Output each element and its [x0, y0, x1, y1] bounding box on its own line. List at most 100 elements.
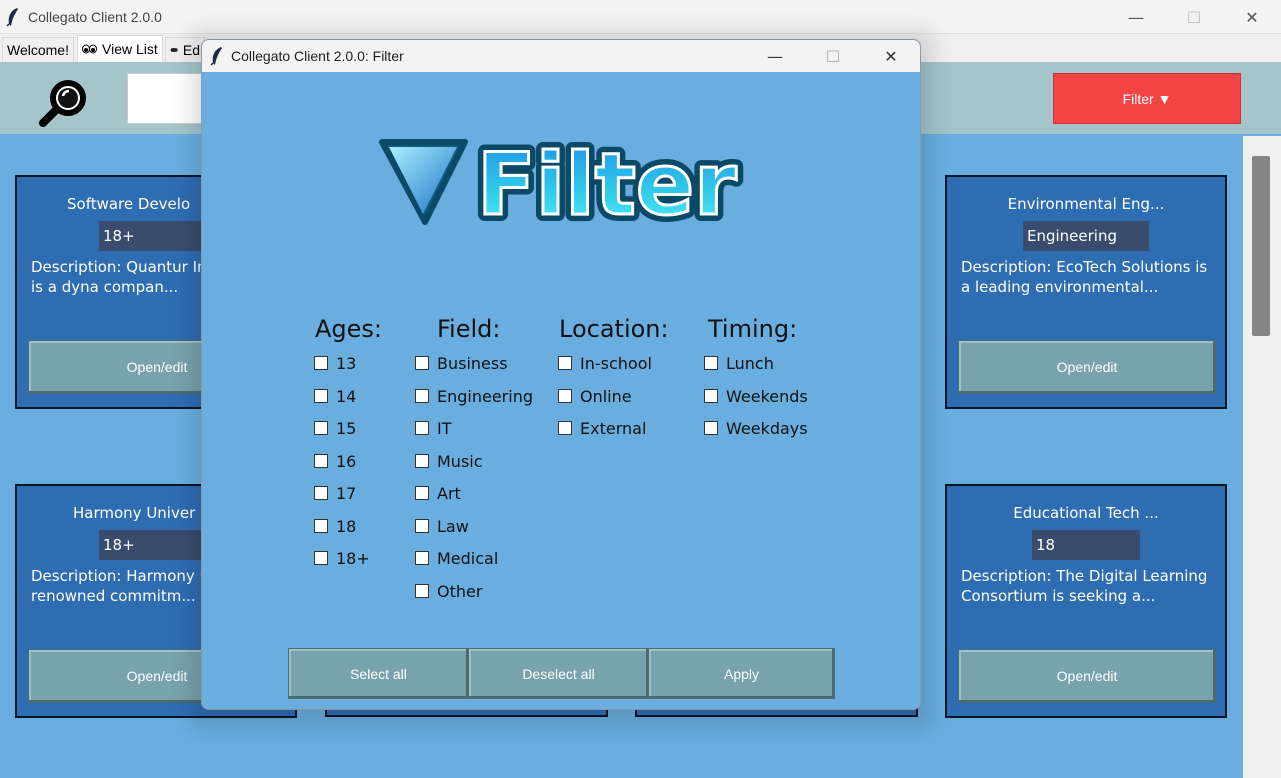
- filter-logo-text: Filter: [477, 135, 737, 235]
- checkbox-box[interactable]: [314, 486, 328, 500]
- checkbox-box[interactable]: [314, 356, 328, 370]
- minimize-icon: —: [767, 46, 783, 66]
- dialog-minimize-button[interactable]: —: [746, 40, 804, 72]
- open-edit-button[interactable]: Open/edit: [958, 649, 1216, 703]
- checkbox-box[interactable]: [558, 389, 572, 403]
- option-label: In-school: [580, 353, 652, 373]
- scrollbar-thumb[interactable]: [1252, 156, 1270, 336]
- option-label: 18+: [336, 548, 370, 568]
- maximize-button[interactable]: ☐: [1171, 0, 1217, 34]
- field-other-checkbox[interactable]: Other: [415, 581, 482, 601]
- option-label: Music: [437, 451, 483, 471]
- age-16-checkbox[interactable]: 16: [314, 451, 356, 471]
- deselect-all-button[interactable]: Deselect all: [468, 648, 649, 699]
- field-music-checkbox[interactable]: Music: [415, 451, 483, 471]
- feather-app-icon: [6, 8, 18, 27]
- checkbox-box[interactable]: [415, 389, 429, 403]
- card-tag: Engineering: [1023, 221, 1149, 251]
- select-all-button[interactable]: Select all: [288, 648, 469, 699]
- checkbox-box[interactable]: [314, 389, 328, 403]
- filter-dialog: Collegato Client 2.0.0: Filter — ☐ ✕ Fil…: [201, 39, 921, 710]
- age-18-plus-checkbox[interactable]: 18+: [314, 548, 370, 568]
- tab-view-list[interactable]: View List: [77, 35, 163, 62]
- location-external-checkbox[interactable]: External: [558, 418, 646, 438]
- checkbox-box[interactable]: [314, 551, 328, 565]
- option-label: Engineering: [437, 386, 533, 406]
- checkbox-box[interactable]: [558, 421, 572, 435]
- field-art-checkbox[interactable]: Art: [415, 483, 461, 503]
- checkbox-box[interactable]: [314, 454, 328, 468]
- close-icon: ✕: [1245, 7, 1259, 27]
- dialog-title: Collegato Client 2.0.0: Filter: [231, 48, 404, 64]
- checkbox-box[interactable]: [314, 519, 328, 533]
- option-label: 18: [336, 516, 357, 536]
- field-law-checkbox[interactable]: Law: [415, 516, 469, 536]
- filter-logo: Filter Filter: [379, 128, 744, 237]
- tab-welcome-label: Welcome!: [7, 42, 69, 58]
- age-18-checkbox[interactable]: 18: [314, 516, 356, 536]
- checkbox-box[interactable]: [704, 356, 718, 370]
- option-label: Medical: [437, 548, 499, 568]
- option-label: 17: [336, 483, 357, 503]
- field-medical-checkbox[interactable]: Medical: [415, 548, 498, 568]
- tab-view-list-label: View List: [102, 41, 158, 57]
- listing-card: Educational Tech ... 18 Description: The…: [945, 484, 1227, 718]
- option-label: Weekends: [726, 386, 808, 406]
- checkbox-box[interactable]: [415, 356, 429, 370]
- location-heading: Location:: [559, 315, 669, 343]
- location-in-school-checkbox[interactable]: In-school: [558, 353, 652, 373]
- checkbox-box[interactable]: [415, 421, 429, 435]
- checkbox-box[interactable]: [415, 584, 429, 598]
- timing-weekends-checkbox[interactable]: Weekends: [704, 386, 808, 406]
- card-description: Description: EcoTech Solutions is a lead…: [961, 258, 1208, 296]
- option-label: Weekdays: [726, 418, 808, 438]
- option-label: Online: [580, 386, 632, 406]
- checkbox-box[interactable]: [415, 519, 429, 533]
- option-label: Other: [437, 581, 483, 601]
- checkbox-box[interactable]: [558, 356, 572, 370]
- apply-button[interactable]: Apply: [648, 648, 835, 699]
- pencil-icon: [170, 48, 178, 52]
- checkbox-box[interactable]: [704, 389, 718, 403]
- checkbox-box[interactable]: [314, 421, 328, 435]
- card-title: Educational Tech ...: [1013, 504, 1159, 522]
- timing-lunch-checkbox[interactable]: Lunch: [704, 353, 774, 373]
- field-business-checkbox[interactable]: Business: [415, 353, 508, 373]
- option-label: 14: [336, 386, 357, 406]
- checkbox-box[interactable]: [415, 454, 429, 468]
- filter-button[interactable]: Filter ▼: [1053, 73, 1241, 124]
- listing-card: Environmental Eng... Engineering Descrip…: [945, 175, 1227, 409]
- dialog-maximize-button[interactable]: ☐: [804, 40, 862, 72]
- field-it-checkbox[interactable]: IT: [415, 418, 452, 438]
- open-edit-button[interactable]: Open/edit: [958, 340, 1216, 394]
- eyes-icon: [82, 44, 97, 54]
- checkbox-box[interactable]: [704, 421, 718, 435]
- field-engineering-checkbox[interactable]: Engineering: [415, 386, 533, 406]
- close-icon: ✕: [884, 46, 898, 66]
- card-tag: 18: [1032, 530, 1140, 560]
- minimize-button[interactable]: —: [1113, 0, 1159, 34]
- option-label: 16: [336, 451, 357, 471]
- age-13-checkbox[interactable]: 13: [314, 353, 356, 373]
- magnifier-icon[interactable]: [36, 78, 92, 128]
- timing-weekdays-checkbox[interactable]: Weekdays: [704, 418, 808, 438]
- dialog-close-button[interactable]: ✕: [862, 40, 920, 72]
- option-label: Law: [437, 516, 469, 536]
- option-label: IT: [437, 418, 452, 438]
- age-14-checkbox[interactable]: 14: [314, 386, 356, 406]
- feather-app-icon: [210, 47, 222, 66]
- location-online-checkbox[interactable]: Online: [558, 386, 632, 406]
- checkbox-box[interactable]: [415, 551, 429, 565]
- option-label: 15: [336, 418, 357, 438]
- card-description: Description: The Digital Learning Consor…: [961, 567, 1208, 605]
- close-button[interactable]: ✕: [1229, 0, 1275, 34]
- checkbox-box[interactable]: [415, 486, 429, 500]
- card-title: Environmental Eng...: [1007, 195, 1165, 213]
- tab-welcome[interactable]: Welcome!: [2, 37, 74, 62]
- age-17-checkbox[interactable]: 17: [314, 483, 356, 503]
- age-15-checkbox[interactable]: 15: [314, 418, 356, 438]
- option-label: External: [580, 418, 647, 438]
- option-label: Art: [437, 483, 461, 503]
- dialog-titlebar: Collegato Client 2.0.0: Filter — ☐ ✕: [202, 40, 920, 72]
- timing-heading: Timing:: [708, 315, 798, 343]
